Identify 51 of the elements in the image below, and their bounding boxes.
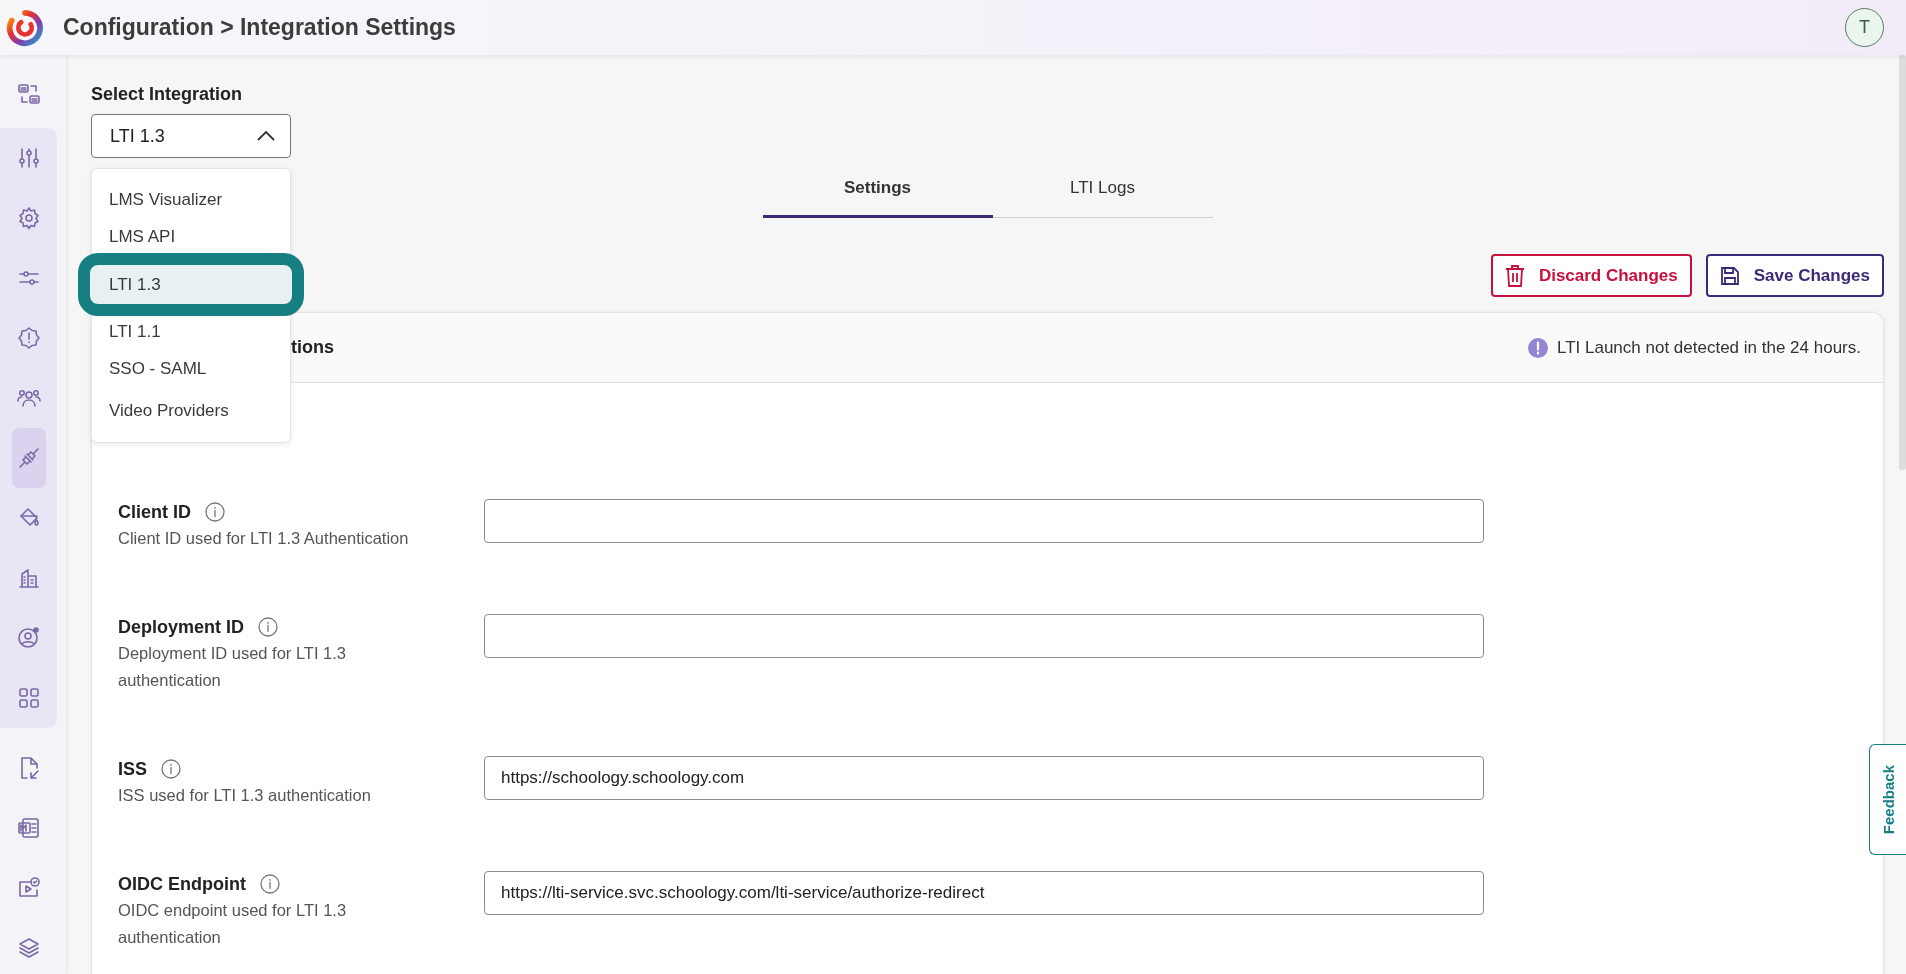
sidebar-item[interactable] xyxy=(12,428,46,488)
field-label: OIDC Endpoint xyxy=(118,873,246,895)
input-field[interactable]: https://schoology.schoology.com xyxy=(484,756,1484,800)
field-description: OIDC endpoint used for LTI 1.3 authentication xyxy=(118,900,348,948)
menu-item[interactable]: LMS Visualizer xyxy=(92,179,290,221)
info-icon[interactable] xyxy=(258,617,279,637)
input-field[interactable] xyxy=(484,614,1484,658)
menu-item[interactable]: SSO - SAML xyxy=(92,348,290,390)
video-check-icon xyxy=(16,876,41,900)
page-title: Configuration > Integration Settings xyxy=(63,14,457,41)
scrollbar[interactable] xyxy=(1899,55,1906,470)
discard-button[interactable]: Discard Changes xyxy=(1490,254,1692,297)
card-title: tions xyxy=(291,337,334,358)
plug-icon xyxy=(17,446,41,470)
menu-item[interactable]: LTI 1.3 xyxy=(78,253,304,316)
document-icon xyxy=(16,816,41,840)
trash-icon xyxy=(1504,264,1525,287)
menu-item[interactable]: LMS API xyxy=(92,221,290,253)
feedback-tab[interactable]: Feedback xyxy=(1869,744,1906,855)
field-description: Client ID used for LTI 1.3 Authentication xyxy=(118,528,410,549)
user-avatar[interactable]: T xyxy=(1845,8,1884,47)
info-icon[interactable] xyxy=(260,874,280,894)
gear-icon xyxy=(16,206,41,230)
field-description: ISS used for LTI 1.3 authentication xyxy=(118,785,372,806)
field-label: ISS xyxy=(118,758,147,780)
info-icon[interactable] xyxy=(205,502,225,522)
save-button[interactable]: Save Changes xyxy=(1705,254,1884,297)
logo-icon xyxy=(6,8,44,47)
tab[interactable]: Settings xyxy=(762,170,993,218)
building-icon xyxy=(16,566,41,590)
caret-icon xyxy=(256,130,276,142)
input-field[interactable] xyxy=(484,499,1484,543)
notice-text: LTI Launch not detected in the 24 hours. xyxy=(1557,337,1861,358)
field-label: Select Integration xyxy=(91,83,244,106)
layers-icon xyxy=(16,936,41,960)
save-icon xyxy=(1719,265,1740,286)
swap-icon xyxy=(16,82,41,106)
alert-icon xyxy=(1528,337,1548,358)
field-label: Deployment ID xyxy=(118,616,245,638)
menu-item[interactable]: LTI 1.1 xyxy=(92,316,290,348)
sliders-icon xyxy=(16,146,41,170)
info-icon[interactable] xyxy=(161,759,181,779)
menu-item[interactable]: Video Providers xyxy=(92,390,290,432)
input-field[interactable]: https://lti-service.svc.schoology.com/lti-service/authorize-redirect xyxy=(484,871,1484,915)
integration-dropdown[interactable]: LTI 1.3 xyxy=(91,114,291,158)
field-label: Client ID xyxy=(118,501,191,523)
field-description: Deployment ID used for LTI 1.3 authentication xyxy=(118,643,348,691)
tab[interactable]: LTI Logs xyxy=(992,170,1213,218)
alert-badge-icon xyxy=(16,326,41,350)
user-settings-icon xyxy=(16,626,41,650)
grid-icon xyxy=(16,686,41,710)
